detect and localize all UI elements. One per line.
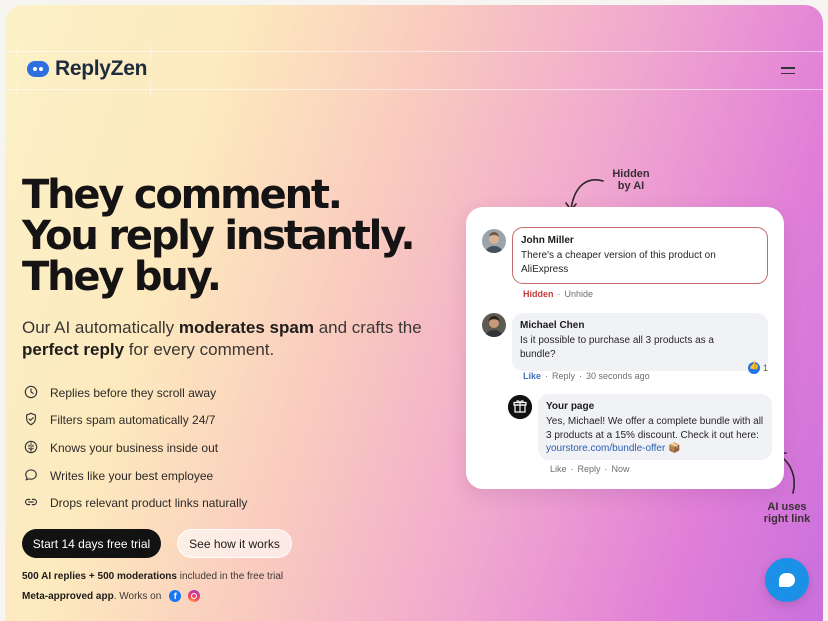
logo[interactable]: ReplyZen bbox=[27, 57, 147, 81]
message-icon bbox=[24, 468, 40, 484]
feature-item: Writes like your best employee bbox=[24, 462, 247, 490]
feature-item: Knows your business inside out bbox=[24, 434, 247, 462]
hidden-status: Hidden bbox=[523, 289, 554, 299]
site-header: ReplyZen bbox=[5, 5, 823, 99]
feature-label: Drops relevant product links naturally bbox=[50, 496, 248, 511]
trial-note-emphasis: 500 AI replies + 500 moderations bbox=[22, 571, 177, 582]
page-frame: ReplyZen They comment. You reply instant… bbox=[5, 5, 823, 621]
subtitle-emphasis: perfect reply bbox=[22, 340, 125, 359]
reply-body: Yes, Michael! We offer a complete bundle… bbox=[546, 416, 764, 441]
reply-meta: Like · Reply · Now bbox=[550, 464, 630, 474]
comment-demo-card: John Miller There's a cheaper version of… bbox=[466, 207, 784, 489]
trial-note: 500 AI replies + 500 moderations include… bbox=[22, 571, 283, 582]
reply-bubble: Your page Yes, Michael! We offer a compl… bbox=[538, 394, 772, 460]
comment-meta: Like · Reply · 30 seconds ago bbox=[523, 371, 650, 381]
page-avatar bbox=[508, 395, 532, 419]
feature-label: Replies before they scroll away bbox=[50, 385, 217, 400]
commenter-name: Michael Chen bbox=[520, 320, 585, 331]
comment-bubble-hidden: John Miller There's a cheaper version of… bbox=[512, 227, 768, 284]
subtitle-text: and crafts the bbox=[313, 318, 422, 337]
shield-check-icon bbox=[24, 412, 40, 428]
feature-label: Writes like your best employee bbox=[50, 468, 214, 483]
meta-note: Meta-approved app. Works on f bbox=[22, 590, 201, 602]
subtitle-text: Our AI automatically bbox=[22, 318, 179, 337]
commenter-name: John Miller bbox=[521, 235, 574, 246]
feature-item: Replies before they scroll away bbox=[24, 379, 247, 407]
annotation-text: by AI bbox=[617, 180, 645, 192]
separator: · bbox=[579, 371, 583, 381]
link-icon bbox=[24, 495, 40, 511]
chat-widget-button[interactable] bbox=[765, 558, 809, 602]
see-how-it-works-button[interactable]: See how it works bbox=[177, 529, 292, 558]
feature-item: Drops relevant product links naturally bbox=[24, 489, 247, 517]
comment-meta: Hidden · Unhide bbox=[523, 289, 593, 299]
logo-icon bbox=[27, 61, 49, 77]
separator: · bbox=[604, 464, 608, 474]
comment-text: There's a cheaper version of this produc… bbox=[521, 250, 716, 275]
brand-name: ReplyZen bbox=[55, 57, 148, 80]
link-annotation: AI uses right link bbox=[757, 501, 817, 525]
feature-label: Filters spam automatically 24/7 bbox=[50, 413, 216, 428]
feature-list: Replies before they scroll away Filters … bbox=[24, 379, 247, 517]
reaction-number: 1 bbox=[763, 363, 769, 373]
hero-title-line: They buy. bbox=[22, 254, 222, 300]
hidden-annotation: Hidden by AI bbox=[605, 168, 657, 192]
brain-icon bbox=[24, 440, 40, 456]
separator: · bbox=[557, 289, 561, 299]
separator: · bbox=[570, 464, 574, 474]
annotation-text: Hidden bbox=[612, 168, 650, 180]
comment-text: Is it possible to purchase all 3 product… bbox=[520, 335, 714, 360]
separator: · bbox=[545, 371, 549, 381]
hamburger-icon[interactable] bbox=[781, 67, 795, 76]
bundle-offer-link[interactable]: yourstore.com/bundle-offer bbox=[546, 443, 665, 454]
subtitle-emphasis: moderates spam bbox=[178, 318, 314, 337]
hero-title-line: You reply instantly. bbox=[22, 213, 416, 259]
page-name: Your page bbox=[546, 401, 595, 412]
clock-icon bbox=[24, 385, 40, 401]
feature-item: Filters spam automatically 24/7 bbox=[24, 407, 247, 435]
reply-time: Now bbox=[611, 464, 630, 474]
avatar bbox=[482, 229, 506, 253]
hero-subtitle: Our AI automatically moderates spam and … bbox=[22, 317, 432, 361]
like-button[interactable]: Like bbox=[523, 371, 541, 381]
reply-button[interactable]: Reply bbox=[578, 464, 601, 474]
comment-bubble: Michael Chen Is it possible to purchase … bbox=[512, 313, 768, 371]
feature-label: Knows your business inside out bbox=[50, 440, 219, 455]
chat-icon bbox=[779, 573, 795, 587]
annotation-text: AI uses bbox=[767, 501, 807, 513]
avatar bbox=[482, 313, 506, 337]
like-reaction-icon bbox=[748, 361, 760, 374]
package-icon: 📦 bbox=[668, 443, 681, 454]
trial-note-text: included in the free trial bbox=[176, 571, 284, 582]
reply-button[interactable]: Reply bbox=[552, 371, 575, 381]
comment-time: 30 seconds ago bbox=[586, 371, 650, 381]
reaction-count: 1 bbox=[748, 361, 769, 374]
instagram-icon bbox=[188, 590, 201, 602]
unhide-link[interactable]: Unhide bbox=[565, 289, 594, 299]
hero-title: They comment. You reply instantly. They … bbox=[22, 172, 416, 300]
facebook-icon: f bbox=[169, 590, 182, 602]
subtitle-text: for every comment. bbox=[124, 340, 275, 359]
like-button[interactable]: Like bbox=[550, 464, 567, 474]
reply-text: Yes, Michael! We offer a complete bundle… bbox=[546, 415, 764, 456]
hero-title-line: They comment. bbox=[22, 172, 343, 218]
start-trial-button[interactable]: Start 14 days free trial bbox=[22, 529, 161, 558]
meta-note-emphasis: Meta-approved app bbox=[22, 590, 114, 602]
annotation-text: right link bbox=[763, 513, 811, 525]
meta-note-text: . Works on bbox=[113, 590, 162, 602]
